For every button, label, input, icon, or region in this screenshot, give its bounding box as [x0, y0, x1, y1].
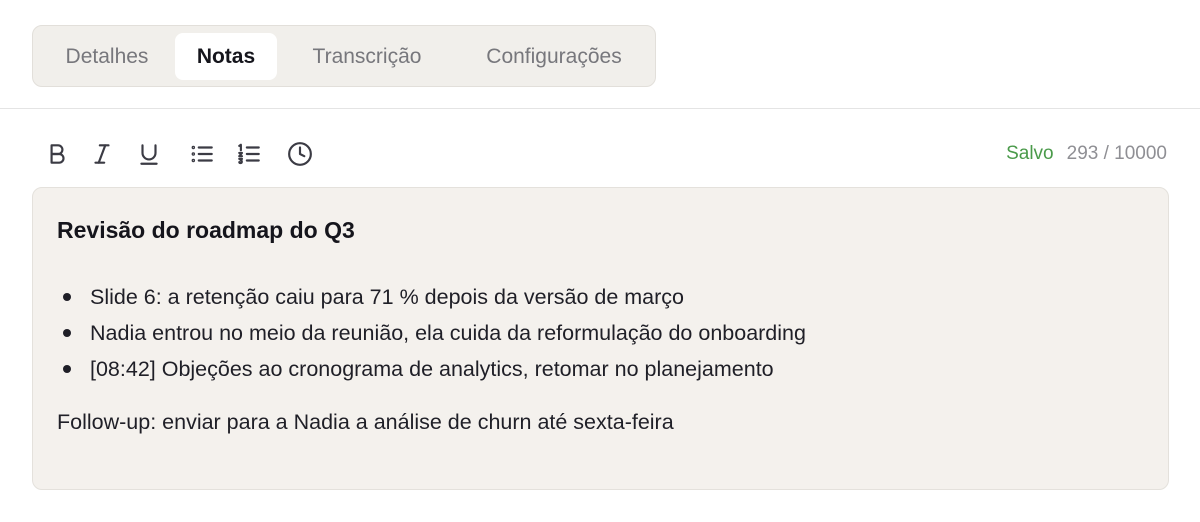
- italic-icon: [94, 144, 110, 164]
- clock-icon: [288, 142, 312, 166]
- numbered-list-button[interactable]: [235, 140, 263, 168]
- tab-transcricao[interactable]: Transcrição: [291, 33, 443, 80]
- numbered-list-icon: [238, 143, 260, 165]
- underline-button[interactable]: [135, 140, 163, 168]
- timestamp-button[interactable]: [286, 140, 314, 168]
- save-status: Salvo 293 / 10000: [1006, 143, 1167, 165]
- divider: [0, 108, 1200, 109]
- tab-notas[interactable]: Notas: [175, 33, 277, 80]
- italic-button[interactable]: [88, 140, 116, 168]
- character-count: 293 / 10000: [1066, 143, 1167, 164]
- bullet-list: Slide 6: a retenção caiu para 71 % depoi…: [57, 279, 806, 387]
- notes-editor[interactable]: Revisão do roadmap do Q3 Slide 6: a rete…: [32, 187, 1169, 490]
- bullet-list-icon: [191, 145, 213, 163]
- tab-detalhes[interactable]: Detalhes: [40, 33, 174, 80]
- list-item: [08:42] Objeções ao cronograma de analyt…: [57, 351, 806, 387]
- underline-icon: [140, 144, 158, 165]
- bold-button[interactable]: [43, 140, 71, 168]
- bullet-list-button[interactable]: [188, 140, 216, 168]
- tab-bar: Detalhes Notas Transcrição Configurações: [32, 25, 656, 87]
- bold-icon: [50, 144, 65, 164]
- list-item: Nadia entrou no meio da reunião, ela cui…: [57, 315, 806, 351]
- note-title: Revisão do roadmap do Q3: [57, 217, 355, 243]
- saved-indicator: Salvo: [1006, 143, 1054, 164]
- tab-configuracoes[interactable]: Configurações: [461, 33, 647, 80]
- list-item: Slide 6: a retenção caiu para 71 % depoi…: [57, 279, 806, 315]
- followup-text: Follow-up: enviar para a Nadia a análise…: [57, 410, 674, 434]
